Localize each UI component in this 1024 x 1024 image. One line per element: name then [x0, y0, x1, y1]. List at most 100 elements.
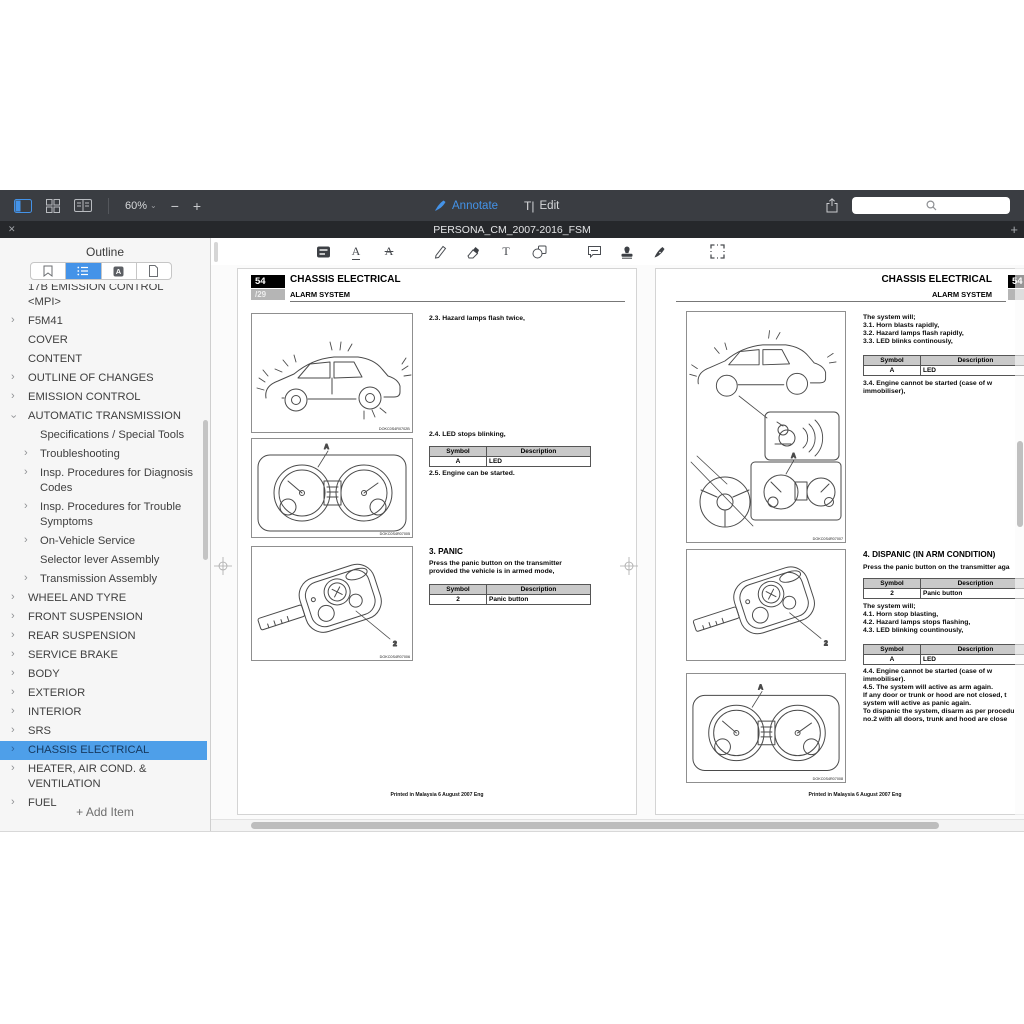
paragraph-line: Press the panic button on the transmitte…	[429, 560, 595, 568]
chevron-right-icon[interactable]: ›	[11, 666, 15, 681]
note-tool-button[interactable]	[586, 244, 602, 260]
table-header-symbol: Symbol	[430, 585, 487, 595]
outline-item[interactable]: › AUTOMATIC TRANSMISSION	[0, 407, 207, 426]
outline-item[interactable]: › HEATER, AIR COND. & VENTILATION	[0, 760, 207, 794]
outline-item[interactable]: › FRONT SUSPENSION	[0, 608, 207, 627]
chevron-right-icon[interactable]: ›	[11, 370, 15, 385]
chevron-right-icon[interactable]: ›	[11, 628, 15, 643]
outline-item[interactable]: › Specifications / Special Tools	[0, 426, 207, 445]
annotate-label: Annotate	[452, 200, 498, 212]
outline-item[interactable]: › BODY	[0, 665, 207, 684]
sidebar-toggle-icon	[14, 199, 32, 213]
main-toolbar: 60% ⌄ − + Annotate T| Edit	[0, 190, 1024, 221]
thumbnails-view-button[interactable]	[46, 199, 60, 213]
sidebar-panel: Outline A › 17B EMISSION CONTRO	[0, 238, 211, 831]
outline-item-label: Specifications / Special Tools	[40, 429, 184, 441]
chevron-right-icon[interactable]: ›	[11, 761, 15, 776]
outline-item[interactable]: › INTERIOR	[0, 703, 207, 722]
zoom-in-button[interactable]: +	[193, 199, 201, 213]
outline-item[interactable]: › Insp. Procedures for Trouble Symptoms	[0, 498, 207, 532]
zoom-level-dropdown[interactable]: 60% ⌄	[125, 200, 157, 212]
add-item-button[interactable]: + Add Item	[0, 805, 210, 819]
chevron-right-icon[interactable]: ›	[11, 704, 15, 719]
selection-marquee-icon	[710, 244, 725, 259]
tab-close-button[interactable]: ✕	[8, 224, 16, 235]
edit-mode-button[interactable]: T| Edit	[524, 199, 559, 213]
outline-item-label: F5M41	[28, 315, 63, 327]
new-tab-button[interactable]: +	[1010, 222, 1018, 237]
outline-item[interactable]: › REAR SUSPENSION	[0, 627, 207, 646]
highlight-tool-button[interactable]	[315, 244, 331, 260]
outline-item[interactable]: › Troubleshooting	[0, 445, 207, 464]
table-cell-symbol: A	[864, 655, 921, 665]
outline-item[interactable]: › Insp. Procedures for Diagnosis Codes	[0, 464, 207, 498]
subsection-title: ALARM SYSTEM	[290, 290, 350, 299]
outline-item[interactable]: › Transmission Assembly	[0, 570, 207, 589]
table-header-description: Description	[921, 579, 1024, 589]
chevron-right-icon[interactable]: ›	[24, 465, 28, 480]
vertical-scrollbar[interactable]	[1015, 265, 1024, 820]
chevron-right-icon[interactable]: ›	[24, 446, 28, 461]
outline-item[interactable]: › CHASSIS ELECTRICAL	[0, 741, 207, 760]
select-area-tool-button[interactable]	[709, 244, 725, 260]
outline-item[interactable]: › EMISSION CONTROL	[0, 388, 207, 407]
stamp-tool-button[interactable]	[619, 244, 635, 260]
chevron-right-icon[interactable]: ›	[24, 571, 28, 586]
horizontal-scrollbar-thumb[interactable]	[251, 822, 939, 829]
tab-bookmarks[interactable]	[31, 263, 66, 279]
outline-item-label: SERVICE BRAKE	[28, 649, 118, 661]
outline-item[interactable]: › COVER	[0, 331, 207, 350]
two-page-view-button[interactable]	[74, 199, 92, 212]
horizontal-scrollbar[interactable]	[211, 819, 1024, 831]
outline-item[interactable]: › 17B EMISSION CONTROL <MPI>	[0, 284, 207, 312]
outline-item-label: FRONT SUSPENSION	[28, 611, 143, 623]
strikeout-tool-button[interactable]: A	[381, 244, 397, 260]
section-heading: 4. DISPANIC (IN ARM CONDITION)	[863, 550, 1024, 559]
chevron-right-icon[interactable]: ›	[24, 533, 28, 548]
chevron-right-icon[interactable]: ›	[11, 389, 15, 404]
outline-item[interactable]: › SERVICE BRAKE	[0, 646, 207, 665]
tab-pages[interactable]	[137, 263, 171, 279]
thumbnails-grid-icon	[46, 199, 60, 213]
chevron-right-icon[interactable]: ›	[11, 723, 15, 738]
outline-item[interactable]: › EXTERIOR	[0, 684, 207, 703]
annotate-mode-button[interactable]: Annotate	[434, 199, 498, 212]
chevron-right-icon[interactable]: ›	[5, 415, 20, 419]
outline-item[interactable]: › F5M41	[0, 312, 207, 331]
figure-cluster-label: A	[758, 684, 763, 691]
outline-item[interactable]: › Selector lever Assembly	[0, 551, 207, 570]
outline-item[interactable]: › WHEEL AND TYRE	[0, 589, 207, 608]
outline-item[interactable]: › SRS	[0, 722, 207, 741]
outline-item[interactable]: › CONTENT	[0, 350, 207, 369]
signature-tool-button[interactable]	[652, 244, 668, 260]
pencil-tool-button[interactable]	[432, 244, 448, 260]
annotations-icon: A	[113, 266, 124, 277]
chevron-right-icon[interactable]: ›	[24, 499, 28, 514]
text-tool-button[interactable]: T	[498, 244, 514, 260]
document-tab[interactable]: PERSONA_CM_2007-2016_FSM	[0, 224, 1024, 236]
comment-bubble-icon	[587, 245, 602, 259]
chevron-right-icon[interactable]: ›	[11, 742, 15, 757]
shapes-tool-button[interactable]	[531, 244, 547, 260]
table-cell-symbol: A	[864, 366, 921, 376]
chevron-right-icon[interactable]: ›	[11, 685, 15, 700]
tab-annotations[interactable]: A	[102, 263, 137, 279]
sidebar-toggle-button[interactable]	[14, 199, 32, 213]
chevron-right-icon[interactable]: ›	[11, 647, 15, 662]
figure-caption: DOKC0S4R0702B	[379, 427, 410, 431]
eraser-tool-button[interactable]	[465, 244, 481, 260]
chevron-right-icon[interactable]: ›	[11, 590, 15, 605]
vertical-scrollbar-thumb[interactable]	[1017, 441, 1023, 527]
zoom-out-button[interactable]: −	[171, 199, 179, 213]
outline-item[interactable]: › On-Vehicle Service	[0, 532, 207, 551]
sidebar-resize-handle[interactable]	[214, 242, 218, 262]
figure-caption: DOKC0S4R07008	[813, 777, 843, 781]
chevron-right-icon[interactable]: ›	[11, 609, 15, 624]
search-input[interactable]	[852, 197, 1010, 214]
underline-tool-button[interactable]: A	[348, 244, 364, 260]
tab-outline[interactable]	[66, 263, 101, 279]
chevron-right-icon[interactable]: ›	[11, 313, 15, 328]
sidebar-scrollbar[interactable]	[203, 420, 208, 560]
share-button[interactable]	[826, 198, 838, 213]
outline-item[interactable]: › OUTLINE OF CHANGES	[0, 369, 207, 388]
